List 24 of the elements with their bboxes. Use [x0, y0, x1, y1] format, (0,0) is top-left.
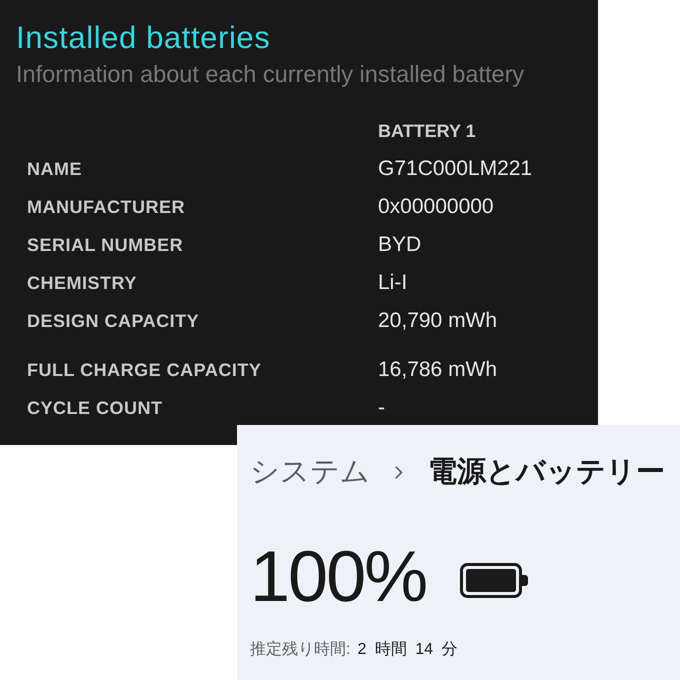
time-remaining-value: 2 時間 14 分 [357, 640, 458, 660]
field-label: FULL CHARGE CAPACITY [27, 360, 262, 380]
time-remaining-label: 推定残り時間: [250, 640, 350, 660]
field-value: Li-I [378, 271, 408, 295]
field-label: SERIAL NUMBER [27, 234, 184, 256]
chevron-right-icon [395, 466, 403, 478]
page-title: 電源とバッテリー [428, 455, 665, 490]
field-label: DESIGN CAPACITY [27, 310, 200, 332]
field-value: - [378, 396, 385, 420]
field-label: CHEMISTRY [27, 272, 137, 294]
field-label: NAME [27, 158, 82, 180]
breadcrumb-link[interactable]: システム [250, 452, 370, 492]
field-value: 16,786 mWh [378, 358, 498, 382]
field-value: 20,790 mWh [378, 309, 498, 333]
battery-percentage: 100% [250, 537, 426, 617]
battery-icon [460, 562, 528, 598]
field-label: CYCLE COUNT [27, 398, 162, 418]
report-subtitle: Information about each currently installed battery [16, 60, 524, 88]
field-value: BYD [378, 233, 422, 257]
field-value: G71C000LM221 [378, 157, 532, 181]
field-label: MANUFACTURER [27, 196, 185, 218]
report-title: Installed batteries [16, 20, 270, 56]
field-value: 0x00000000 [378, 195, 494, 219]
column-header: BATTERY 1 [378, 120, 476, 142]
